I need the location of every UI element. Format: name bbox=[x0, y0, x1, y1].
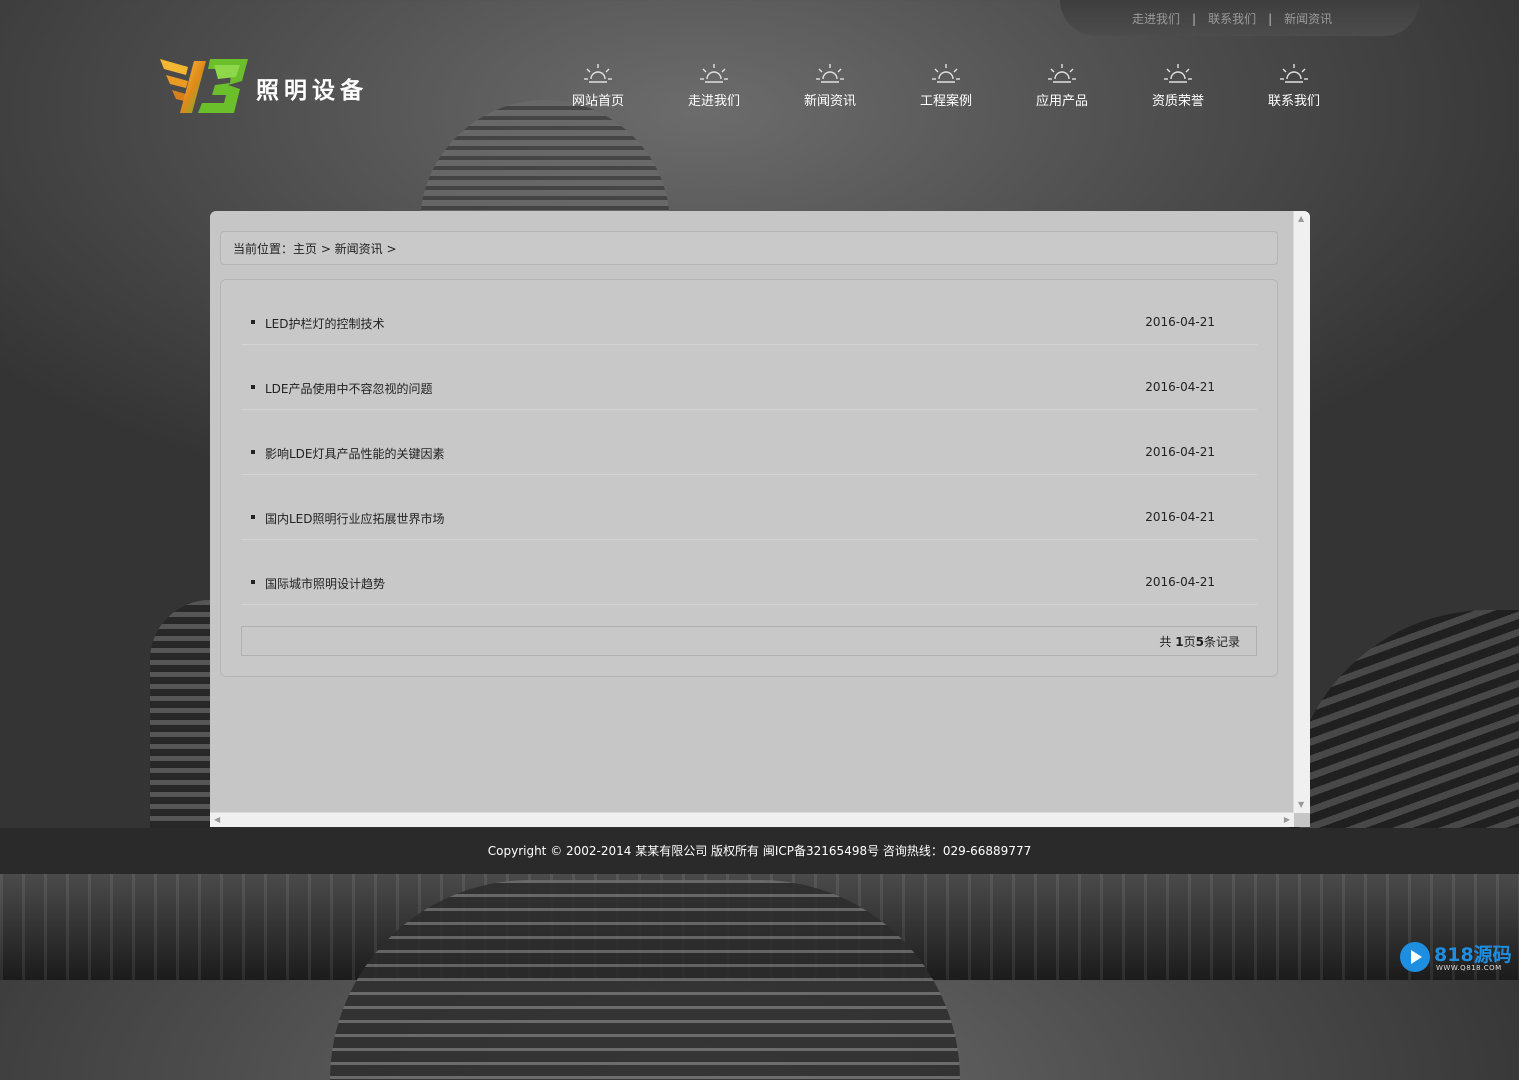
nav-label: 资质荣誉 bbox=[1151, 94, 1204, 109]
top-link-contact[interactable]: 联系我们 bbox=[1208, 12, 1256, 26]
pager-prefix: 共 bbox=[1159, 635, 1176, 649]
news-item[interactable]: 影响LDE灯具产品性能的关键因素 2016-04-21 bbox=[241, 410, 1257, 475]
pager-records: 5 bbox=[1195, 635, 1204, 649]
news-title[interactable]: 影响LDE灯具产品性能的关键因素 bbox=[265, 445, 445, 462]
bullet-icon bbox=[251, 515, 255, 519]
news-title[interactable]: LED护栏灯的控制技术 bbox=[265, 315, 385, 332]
scroll-right-icon[interactable]: ▶ bbox=[1284, 816, 1290, 824]
top-link-separator: | bbox=[1268, 12, 1273, 26]
lamp-icon bbox=[584, 64, 612, 83]
news-title[interactable]: 国际城市照明设计趋势 bbox=[265, 575, 385, 592]
nav-item-honors[interactable]: 资质荣誉 bbox=[1120, 62, 1236, 109]
nav-label: 工程案例 bbox=[919, 94, 972, 109]
bullet-icon bbox=[251, 320, 255, 324]
watermark-digits: 818 bbox=[1434, 944, 1474, 966]
breadcrumb: 当前位置：主页 > 新闻资讯 > bbox=[220, 231, 1278, 265]
lamp-icon bbox=[932, 64, 960, 83]
watermark-url: WWW.Q818.COM bbox=[1436, 964, 1502, 972]
lamp-icon bbox=[1048, 64, 1076, 83]
top-link-separator: | bbox=[1192, 12, 1197, 26]
news-item[interactable]: 国内LED照明行业应拓展世界市场 2016-04-21 bbox=[241, 475, 1257, 540]
news-date: 2016-04-21 bbox=[1145, 445, 1215, 459]
pagination-info: 共 1页5条记录 bbox=[241, 626, 1257, 656]
nav-item-products[interactable]: 应用产品 bbox=[1004, 62, 1120, 109]
scroll-down-icon[interactable]: ▼ bbox=[1298, 801, 1304, 809]
watermark-chars: 源码 bbox=[1473, 944, 1512, 966]
nav-label: 新闻资讯 bbox=[803, 94, 856, 109]
content-panel: 当前位置：主页 > 新闻资讯 > LED护栏灯的控制技术 2016-04-21 … bbox=[210, 211, 1310, 827]
bg-building-dome bbox=[330, 880, 960, 1080]
news-item[interactable]: LDE产品使用中不容忽视的问题 2016-04-21 bbox=[241, 345, 1257, 410]
news-title[interactable]: LDE产品使用中不容忽视的问题 bbox=[265, 380, 433, 397]
news-date: 2016-04-21 bbox=[1145, 380, 1215, 394]
footer: Copyright © 2002-2014 某某有限公司 版权所有 闽ICP备3… bbox=[0, 828, 1519, 874]
scroll-left-icon[interactable]: ◀ bbox=[214, 816, 220, 824]
nav-item-news[interactable]: 新闻资讯 bbox=[772, 62, 888, 109]
play-icon bbox=[1400, 942, 1430, 972]
lamp-icon bbox=[1280, 64, 1308, 83]
news-list: LED护栏灯的控制技术 2016-04-21 LDE产品使用中不容忽视的问题 2… bbox=[220, 279, 1278, 677]
scroll-up-icon[interactable]: ▲ bbox=[1298, 215, 1304, 223]
nav-item-cases[interactable]: 工程案例 bbox=[888, 62, 1004, 109]
news-date: 2016-04-21 bbox=[1145, 510, 1215, 524]
nav-item-contact[interactable]: 联系我们 bbox=[1236, 62, 1352, 109]
news-item[interactable]: 国际城市照明设计趋势 2016-04-21 bbox=[241, 540, 1257, 605]
top-link-about[interactable]: 走进我们 bbox=[1132, 12, 1180, 26]
top-links-bar: 走进我们 | 联系我们 | 新闻资讯 bbox=[1060, 0, 1420, 36]
vertical-scrollbar[interactable]: ▲ ▼ bbox=[1293, 211, 1310, 813]
nav-label: 网站首页 bbox=[571, 94, 624, 109]
watermark-logo: 818源码 WWW.Q818.COM bbox=[1398, 938, 1513, 978]
nav-item-about[interactable]: 走进我们 bbox=[656, 62, 772, 109]
news-title[interactable]: 国内LED照明行业应拓展世界市场 bbox=[265, 510, 445, 527]
pager-mid: 页 bbox=[1183, 635, 1196, 649]
pager-pages: 1 bbox=[1175, 635, 1184, 649]
lamp-icon bbox=[700, 64, 728, 83]
horizontal-scrollbar[interactable]: ◀ ▶ bbox=[210, 812, 1294, 827]
news-item[interactable]: LED护栏灯的控制技术 2016-04-21 bbox=[241, 280, 1257, 345]
nav-label: 应用产品 bbox=[1035, 94, 1088, 109]
top-link-news[interactable]: 新闻资讯 bbox=[1284, 12, 1332, 26]
bullet-icon bbox=[251, 450, 255, 454]
site-logo[interactable]: 照明设备 bbox=[158, 55, 408, 119]
news-date: 2016-04-21 bbox=[1145, 575, 1215, 589]
news-date: 2016-04-21 bbox=[1145, 315, 1215, 329]
bg-building-right bbox=[1289, 610, 1519, 840]
bullet-icon bbox=[251, 580, 255, 584]
bullet-icon bbox=[251, 385, 255, 389]
nav-label: 联系我们 bbox=[1267, 94, 1320, 109]
pager-suffix: 条记录 bbox=[1203, 635, 1240, 649]
lamp-icon bbox=[1164, 64, 1192, 83]
logo-text: 照明设备 bbox=[256, 78, 368, 104]
nav-label: 走进我们 bbox=[687, 94, 740, 109]
nav-item-home[interactable]: 网站首页 bbox=[540, 62, 656, 109]
logo-emblem-icon bbox=[160, 59, 248, 113]
watermark-brand: 818源码 bbox=[1434, 940, 1512, 967]
lamp-icon bbox=[816, 64, 844, 83]
